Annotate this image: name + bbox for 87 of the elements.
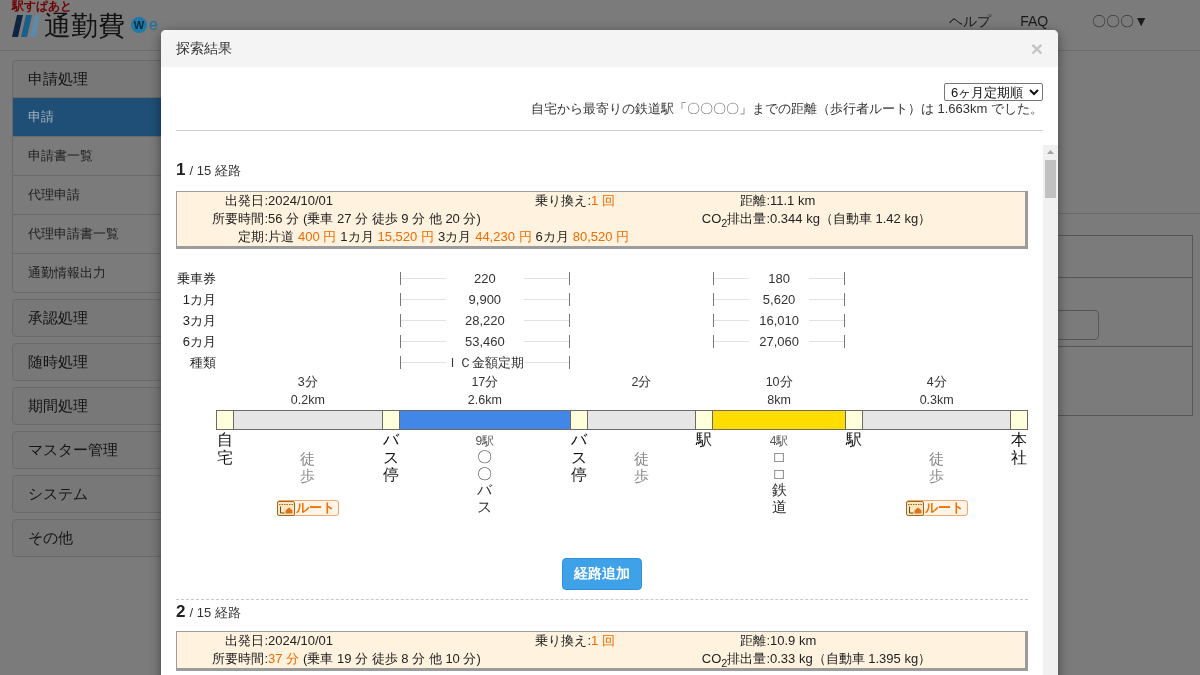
map-icon [276,500,295,516]
segment-time: 10分 [765,374,793,391]
pass-price: 15,520 円 [377,228,434,246]
segment-distance: 0.3km [919,392,954,409]
pass-term: 3カ月 [437,228,472,246]
pass-term: 6カ月 [535,228,569,246]
scroll-up-arrow-icon[interactable] [1047,150,1054,154]
logo-stripes-icon [12,15,40,37]
summary-value: 37 分 [268,650,300,668]
logo-title: 通勤費 [44,12,125,40]
pass-term: 1カ月 [340,228,374,246]
station-count: 9駅 [475,433,495,449]
route-map-link[interactable]: ルート [276,500,339,516]
fare-value: 28,220 [446,314,524,327]
summary-label: 乗り換え: [534,632,591,650]
logo-badge: W [131,17,147,33]
scrollbar-thumb[interactable] [1045,160,1056,198]
stop-marker-icon [570,410,589,430]
nav-link[interactable]: FAQ [1020,14,1049,29]
summary-label: 乗り換え: [534,192,591,210]
travel-mode-label: 徒歩 [633,451,649,484]
scrollbar[interactable] [1043,145,1058,675]
station-count: 4駅 [769,433,789,449]
summary-label: 定期: [237,228,268,246]
segment-time: 2分 [631,374,652,391]
fare-value: 180 [749,272,810,285]
summary-label: CO$_{2}$排出量: [700,650,770,668]
summary-value: 2024/10/01 [268,632,335,650]
segment-time: 4分 [926,374,947,391]
logo-caption: 駅すぱあと [12,0,72,12]
stop-name: 本社 [1011,431,1027,468]
pass-term: 片道 [268,228,294,246]
summary-value: 1 回 [591,632,616,650]
travel-mode-label: 徒歩 [929,451,945,484]
stop-name: 自宅 [217,431,233,468]
summary-value: 10.9 km [770,632,818,650]
logo-suffix: e [149,16,158,34]
summary-label: 出発日: [224,192,268,210]
segment-distance: 0.2km [290,392,325,409]
stop-name: バス停 [382,431,399,486]
nav-link[interactable]: ヘルプ [949,14,992,29]
segment-time: 3分 [297,374,318,391]
segment-time: 17分 [471,374,499,391]
summary-label: 距離: [739,192,770,210]
summary-label: 所要時間: [211,210,268,228]
line-name: 〇〇バス [477,449,493,515]
fare-value: 5,620 [749,293,810,306]
stop-marker-icon [845,410,864,430]
summary-value: 11.1 km [770,192,817,210]
fare-value: 9,900 [446,293,524,306]
pass-price: 80,520 円 [572,228,630,246]
stop-name: バス停 [571,431,588,486]
summary-label: 所要時間: [211,650,268,668]
summary-label: CO$_{2}$排出量: [700,210,770,228]
add-route-button[interactable]: 経路追加 [562,558,642,590]
summary-value: (乗車 19 分 徒歩 8 分 他 10 分) [303,650,481,668]
sort-select[interactable]: 6ヶ月定期順 [944,83,1043,101]
fare-value: ＩＣ金額定期 [445,356,524,369]
stop-marker-icon [216,410,234,430]
route-number: 2 [176,603,186,621]
pass-price: 44,230 円 [475,228,532,246]
pass-price: 400 円 [298,228,337,246]
summary-value: 0.33 kg（自動車 1.395 kg） [770,650,933,668]
summary-value: (乗車 27 分 徒歩 9 分 他 20 分) [303,210,481,228]
stop-marker-icon [1010,410,1028,430]
travel-mode-label: 徒歩 [300,451,316,484]
distance-note: 自宅から最寄りの鉄道駅「〇〇〇〇」までの距離（歩行者ルート）は 1.663km でした。 [529,101,1043,117]
nav-link[interactable]: 〇〇〇▼ [1092,14,1148,29]
fare-value: 220 [446,272,524,285]
summary-value: 1 回 [591,192,616,210]
summary-value: 0.344 kg（自動車 1.42 kg） [770,210,933,228]
route-count: / 15 経路 [189,604,241,622]
segment-distance: 2.6km [467,392,502,409]
summary-value: 56 分 [268,210,300,228]
stop-name: 駅 [695,431,712,450]
route-map-link[interactable]: ルート [905,500,968,516]
map-icon [905,500,924,516]
stop-name: 駅 [846,431,863,450]
fare-value: 16,010 [749,314,810,327]
summary-label: 距離: [739,632,770,650]
summary-label: 出発日: [224,632,268,650]
segment-distance: 8km [767,392,791,409]
fare-value: 27,060 [749,335,810,348]
fare-value: 53,460 [446,335,524,348]
line-name: □□鉄道 [771,449,787,515]
summary-value: 2024/10/01 [268,192,335,210]
dialog-title: 探索結果 [176,39,232,58]
